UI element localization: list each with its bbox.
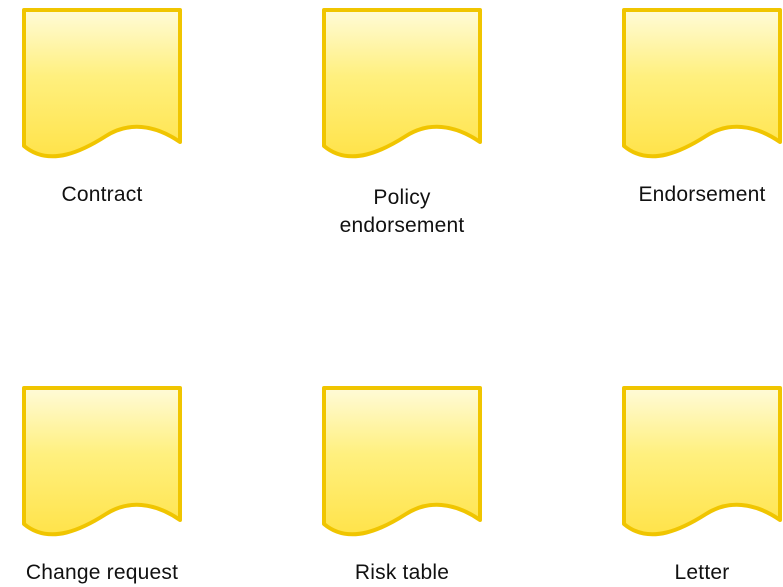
document-icon xyxy=(22,386,182,537)
shape-label: Endorsement xyxy=(638,183,766,206)
shape-label: Change request xyxy=(25,561,179,584)
document-icon xyxy=(22,8,182,159)
document-icon xyxy=(622,8,782,159)
document-icon xyxy=(322,8,482,159)
document-icon xyxy=(622,386,782,537)
shape-label: Policy endorsement xyxy=(339,186,465,237)
shape-label: Letter xyxy=(674,561,730,584)
document-icon xyxy=(322,386,482,537)
shape-label: Contract xyxy=(61,183,143,206)
shape-label: Risk table xyxy=(354,561,450,584)
